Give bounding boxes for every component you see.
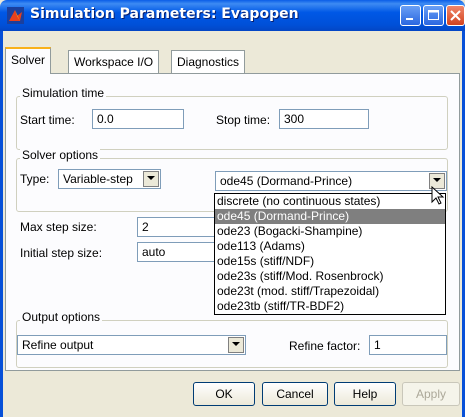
stop-time-field[interactable]: 300 [279, 109, 369, 129]
help-button[interactable]: Help [334, 382, 396, 406]
refine-factor-label: Refine factor: [289, 339, 361, 353]
close-button[interactable] [446, 5, 465, 26]
solver-option-ode23tb[interactable]: ode23tb (stiff/TR-BDF2) [215, 299, 445, 314]
solver-option-ode23s[interactable]: ode23s (stiff/Mod. Rosenbrock) [215, 269, 445, 284]
mouse-pointer-icon [431, 186, 445, 205]
solver-option-ode23t[interactable]: ode23t (mod. stiff/Trapezoidal) [215, 284, 445, 299]
chevron-down-icon[interactable] [143, 171, 159, 187]
solver-value: ode45 (Dormand-Prince) [220, 174, 353, 188]
simulation-parameters-window: Simulation Parameters: Evapopen Solver W… [0, 0, 465, 417]
solver-option-ode45[interactable]: ode45 (Dormand-Prince) [215, 209, 445, 224]
simulink-app-icon [7, 7, 24, 24]
cancel-button[interactable]: Cancel [262, 382, 328, 406]
chevron-down-icon[interactable] [228, 337, 244, 353]
max-step-size-label: Max step size: [20, 220, 97, 234]
window-title: Simulation Parameters: Evapopen [30, 6, 299, 22]
output-options-label: Output options [20, 310, 103, 324]
apply-button[interactable]: Apply [402, 382, 460, 406]
ok-button[interactable]: OK [193, 382, 255, 406]
maximize-button[interactable] [423, 5, 444, 26]
solver-options-label: Solver options [20, 148, 101, 162]
tab-solver[interactable]: Solver [5, 47, 52, 74]
solver-type-value: Variable-step [63, 172, 133, 186]
minimize-button[interactable] [400, 5, 421, 26]
solver-option-ode15s[interactable]: ode15s (stiff/NDF) [215, 254, 445, 269]
solver-dropdown-list[interactable]: discrete (no continuous states) ode45 (D… [214, 193, 446, 315]
solver-option-ode23[interactable]: ode23 (Bogacki-Shampine) [215, 224, 445, 239]
output-options-select[interactable]: Refine output [17, 335, 246, 355]
solver-select[interactable]: ode45 (Dormand-Prince) [215, 171, 447, 191]
tab-workspace-io[interactable]: Workspace I/O [68, 50, 160, 73]
maximize-icon [428, 10, 439, 20]
start-time-field[interactable]: 0.0 [92, 109, 184, 129]
simulation-time-label: Simulation time [20, 86, 107, 100]
window-frame-left [0, 31, 3, 417]
start-time-label: Start time: [20, 113, 75, 127]
initial-step-size-label: Initial step size: [20, 246, 103, 260]
solver-option-discrete[interactable]: discrete (no continuous states) [215, 194, 445, 209]
initial-step-size-field[interactable]: auto [137, 242, 215, 262]
tab-diagnostics[interactable]: Diagnostics [171, 50, 246, 73]
type-label: Type: [20, 172, 50, 186]
max-step-size-field[interactable]: 2 [137, 217, 215, 237]
solver-option-ode113[interactable]: ode113 (Adams) [215, 239, 445, 254]
close-icon [450, 10, 461, 21]
title-bar[interactable]: Simulation Parameters: Evapopen [0, 0, 465, 31]
minimize-icon [406, 18, 413, 20]
output-options-value: Refine output [22, 338, 94, 352]
solver-type-select[interactable]: Variable-step [58, 169, 161, 189]
refine-factor-field[interactable]: 1 [369, 335, 447, 355]
stop-time-label: Stop time: [216, 113, 271, 127]
